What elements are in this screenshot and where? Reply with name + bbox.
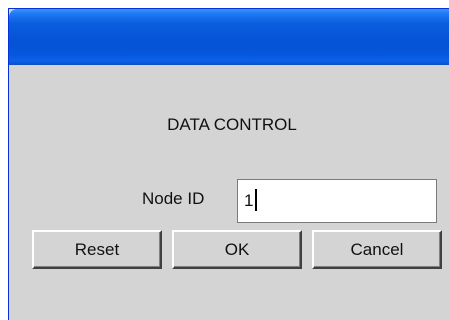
node-id-input[interactable] [237,179,437,223]
text-cursor [255,189,257,211]
dialog-heading: DATA CONTROL [167,115,297,134]
ok-button[interactable]: OK [172,230,302,269]
reset-button[interactable]: Reset [32,230,162,269]
node-id-label: Node ID [142,189,205,208]
title-bar[interactable] [9,9,449,65]
cancel-button[interactable]: Cancel [312,230,442,269]
dialog-window: DATA CONTROL Node ID Reset OK Cancel [8,8,449,320]
dialog-content: DATA CONTROL Node ID Reset OK Cancel [9,65,449,320]
